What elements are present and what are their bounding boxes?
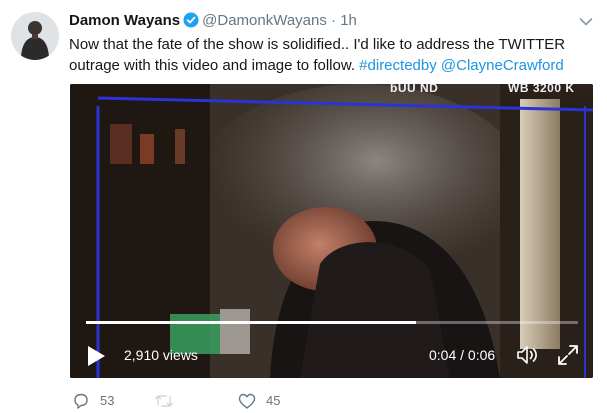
- chevron-down-icon[interactable]: [579, 14, 593, 26]
- video-frame: [70, 84, 593, 378]
- author-name[interactable]: Damon Wayans: [69, 12, 180, 29]
- retweet-icon: [154, 395, 174, 407]
- fullscreen-icon[interactable]: [556, 343, 580, 367]
- header-separator: ·: [331, 12, 337, 29]
- retweet-button[interactable]: [154, 393, 184, 409]
- view-count: 2,910 views: [124, 347, 198, 363]
- reply-count: 53: [100, 393, 115, 408]
- like-count: 45: [266, 393, 281, 408]
- video-timecode: 0:04 / 0:06: [429, 347, 496, 363]
- reply-button[interactable]: 53: [72, 393, 114, 409]
- reply-icon: [74, 393, 88, 409]
- heart-icon: [238, 393, 256, 409]
- volume-icon[interactable]: [516, 345, 540, 365]
- camera-overlay-right: WB 3200 K: [508, 84, 575, 95]
- tweet-header: Damon Wayans @DamonkWayans · 1h: [69, 11, 357, 34]
- avatar[interactable]: [11, 12, 59, 60]
- play-icon[interactable]: [86, 345, 106, 367]
- tweet-timestamp[interactable]: 1h: [340, 12, 357, 29]
- video-progress-bar[interactable]: [86, 321, 578, 324]
- verified-badge-icon: [183, 12, 199, 34]
- like-button[interactable]: 45: [238, 393, 280, 409]
- mention-link[interactable]: @ClayneCrawford: [441, 57, 564, 74]
- author-handle[interactable]: @DamonkWayans: [202, 12, 327, 29]
- video-player[interactable]: ƃUU ND WB 3200 K 2,910 views 0:04 / 0:06: [70, 84, 593, 378]
- tweet-text: Now that the fate of the show is solidif…: [69, 34, 589, 76]
- video-progress-fill: [86, 321, 416, 324]
- camera-overlay-left: ƃUU ND: [390, 84, 439, 95]
- tweet-card[interactable]: Damon Wayans @DamonkWayans · 1h Now that …: [0, 0, 607, 409]
- hashtag-link[interactable]: #directedby: [359, 57, 437, 74]
